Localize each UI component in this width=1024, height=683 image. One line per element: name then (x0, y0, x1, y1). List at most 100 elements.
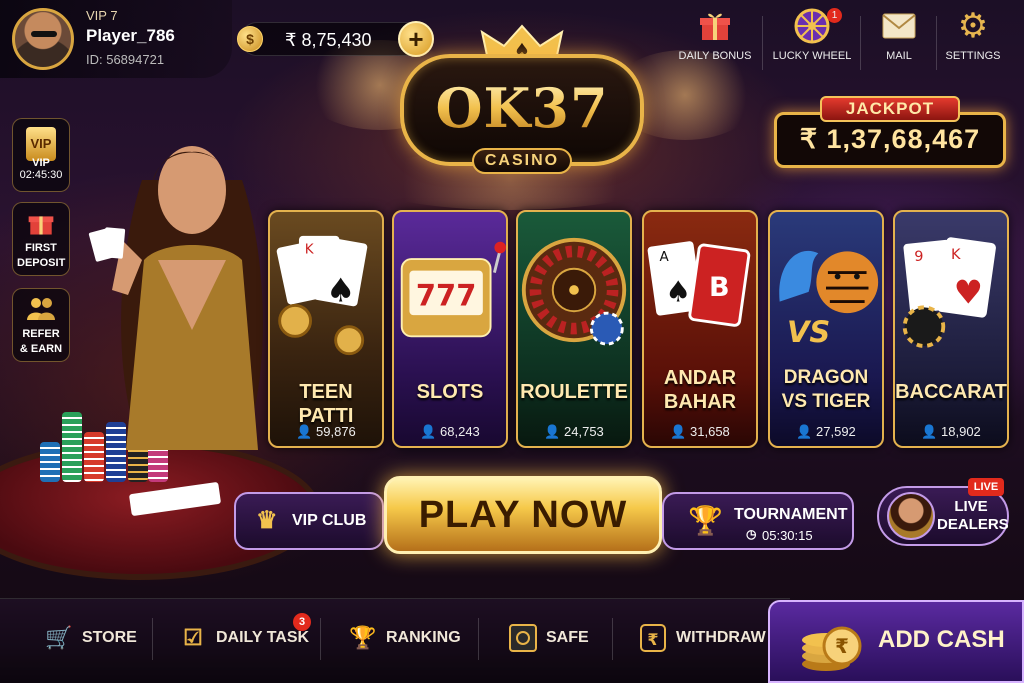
game-card-teen-patti[interactable]: K ♠ TEEN PATTI 👤 59,876 (268, 210, 384, 448)
tournament-timer: 05:30:15 (762, 528, 813, 543)
avatar[interactable] (12, 8, 74, 70)
safe-button[interactable]: SAFE (508, 616, 589, 660)
coin-icon: $ (237, 26, 263, 52)
game-card-roulette[interactable]: ROULETTE 👤 24,753 (516, 210, 632, 448)
vip-level: VIP 7 (86, 8, 118, 23)
cart-icon: 🛒 (45, 625, 73, 650)
user-icon: 👤 (796, 424, 817, 439)
gift-icon (697, 8, 733, 44)
player-count: 👤 24,753 (544, 424, 604, 439)
svg-text:♠: ♠ (326, 272, 355, 310)
svg-text:K: K (305, 241, 315, 257)
game-name: TEEN PATTI (298, 381, 354, 427)
game-card-dragon-vs-tiger[interactable]: VS DRAGON VS TIGER 👤 27,592 (768, 210, 884, 448)
vip-club-button[interactable]: ♛ VIP CLUB (234, 492, 384, 550)
daily-bonus-label: DAILY BONUS (678, 50, 752, 62)
safe-icon (508, 623, 538, 653)
slot-machine-icon: 777 (400, 241, 506, 338)
player-count: 👤 59,876 (296, 424, 356, 439)
cards-icon: A ♠ B (647, 241, 751, 327)
player-name: Player_786 (86, 26, 175, 45)
lucky-wheel-label: LUCKY WHEEL (772, 50, 852, 62)
svg-text:₹: ₹ (835, 634, 849, 658)
cards-icon: 9 K ♥ (902, 237, 996, 348)
svg-text:♠: ♠ (665, 275, 691, 309)
cards-icon: K ♠ (276, 235, 368, 356)
withdraw-button[interactable]: ₹ WITHDRAW (638, 616, 766, 660)
coins-icon: ₹ (802, 626, 862, 671)
withdraw-label: WITHDRAW (676, 629, 766, 646)
dragon-tiger-icon: VS (779, 250, 879, 349)
game-name: ROULETTE (520, 381, 628, 403)
svg-text:A: A (659, 249, 669, 265)
user-icon: 👤 (420, 424, 441, 439)
store-button[interactable]: 🛒 STORE (44, 616, 137, 660)
ranking-button[interactable]: 🏆 RANKING (348, 616, 461, 660)
jackpot-label: JACKPOT (820, 96, 960, 122)
roulette-wheel-icon (521, 237, 627, 346)
store-label: STORE (82, 629, 137, 646)
task-badge: 3 (293, 613, 311, 631)
add-cash-button[interactable]: ₹ ADD CASH (768, 600, 1024, 683)
users-icon (13, 295, 69, 327)
player-id: ID: 56894721 (86, 52, 165, 67)
user-icon: 👤 (670, 424, 691, 439)
player-count: 👤 18,902 (921, 424, 981, 439)
gift-icon (13, 209, 69, 241)
dealer-avatar (887, 492, 935, 540)
lucky-wheel-button[interactable]: LUCKY WHEEL 1 (769, 8, 855, 62)
crown-icon: ♛ (256, 507, 278, 534)
trophy-icon: 🏆 (688, 505, 723, 536)
tournament-button[interactable]: 🏆 TOURNAMENT 05:30:15 ◷ (662, 492, 854, 550)
safe-label: SAFE (546, 629, 589, 646)
refer-earn-button[interactable]: REFER & EARN (12, 288, 70, 362)
player-count: 👤 27,592 (796, 424, 856, 439)
play-now-button[interactable]: PLAY NOW (384, 476, 662, 554)
mail-icon (881, 8, 917, 44)
daily-task-label: DAILY TASK (216, 629, 310, 646)
user-icon: 👤 (921, 424, 942, 439)
player-count: 👤 31,658 (670, 424, 730, 439)
first-deposit-button[interactable]: FIRST DEPOSIT (12, 202, 70, 276)
svg-text:VS: VS (787, 315, 830, 349)
vip-label: VIP (32, 157, 50, 169)
user-icon: 👤 (296, 424, 317, 439)
logo-title: OK37 (400, 76, 644, 140)
game-card-baccarat[interactable]: 9 K ♥ BACCARAT 👤 18,902 (893, 210, 1009, 448)
game-name: ANDAR BAHAR (663, 367, 737, 413)
ranking-label: RANKING (386, 629, 461, 646)
live-dealers-label: LIVE DEALERS (937, 498, 1009, 533)
jackpot-value: ₹ 1,37,68,467 (799, 124, 981, 154)
gear-icon: ⚙ (957, 7, 989, 45)
game-name: BACCARAT (895, 381, 1007, 403)
daily-task-button[interactable]: ☑ DAILY TASK (178, 616, 309, 660)
add-cash-label: ADD CASH (878, 626, 1005, 653)
task-icon: ☑ (183, 625, 203, 650)
clock-icon: ◷ (746, 527, 757, 541)
vip-button[interactable]: VIP VIP 02:45:30 (12, 118, 70, 192)
vip-crown-icon: VIP (13, 125, 69, 161)
user-icon: 👤 (544, 424, 565, 439)
svg-text:K: K (951, 247, 961, 263)
game-name: DRAGON VS TIGER (781, 367, 871, 412)
trophy-icon: 🏆 (349, 625, 377, 650)
svg-text:777: 777 (416, 278, 476, 312)
player-count: 👤 68,243 (420, 424, 480, 439)
tournament-label: TOURNAMENT (734, 506, 848, 523)
logo-subtitle: CASINO (472, 148, 572, 174)
logo: ♠ OK37 CASINO (400, 24, 644, 174)
vip-timer: 02:45:30 (19, 169, 63, 181)
daily-bonus-button[interactable]: DAILY BONUS (672, 8, 758, 62)
refer-earn-label: REFER & EARN (19, 328, 63, 355)
game-card-slots[interactable]: 777 SLOTS 👤 68,243 (392, 210, 508, 448)
live-badge: LIVE (968, 478, 1004, 496)
wheel-icon (794, 8, 830, 44)
game-card-andar-bahar[interactable]: A ♠ B ANDAR BAHAR 👤 31,658 (642, 210, 758, 448)
balance-amount: ₹ 8,75,430 (285, 30, 372, 50)
svg-text:B: B (709, 272, 730, 303)
player-panel[interactable]: VIP 7 Player_786 ID: 56894721 (0, 0, 232, 78)
settings-button[interactable]: ⚙ SETTINGS (930, 7, 1016, 62)
notification-badge: 1 (827, 8, 842, 23)
settings-label: SETTINGS (945, 50, 1001, 62)
svg-text:9: 9 (914, 249, 923, 265)
